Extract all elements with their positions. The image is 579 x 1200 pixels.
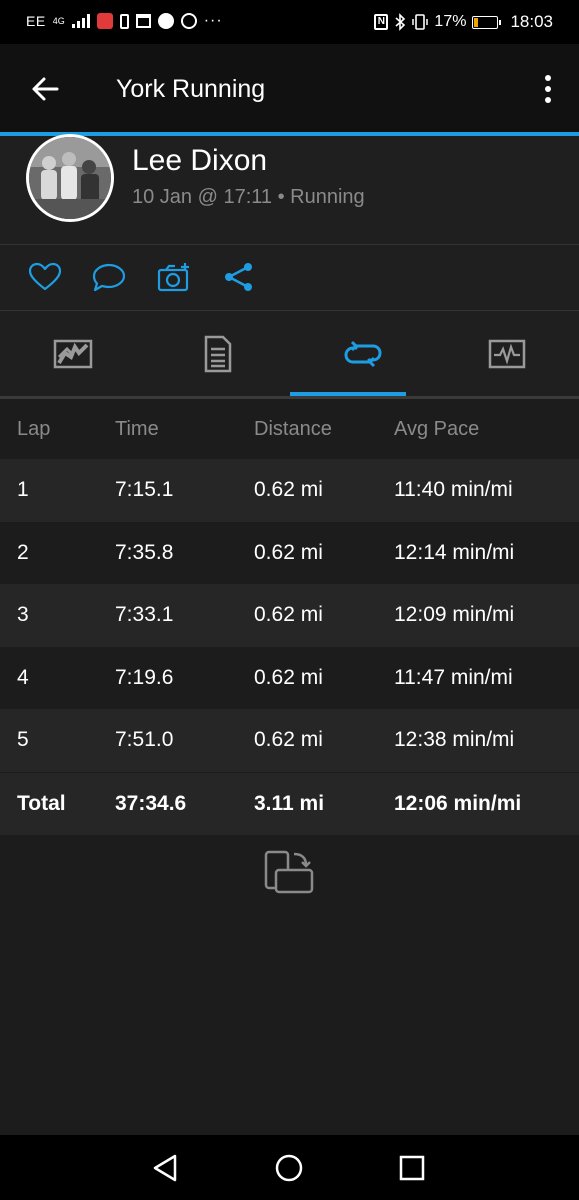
total-label: Total [17, 791, 66, 815]
rotate-screen-icon[interactable] [262, 848, 316, 898]
page-title: York Running [116, 75, 266, 103]
comment-icon[interactable] [92, 262, 126, 292]
table-total-row: Total 37:34.6 3.11 mi 12:06 min/mi [0, 772, 579, 835]
lap-avg-pace: 12:38 min/mi [394, 728, 515, 752]
total-distance: 3.11 mi [254, 791, 325, 815]
stats-tab[interactable] [145, 311, 290, 396]
laps-table: Lap Time Distance Avg Pace 1 7:15.1 0.62… [0, 399, 579, 835]
table-row[interactable]: 3 7:33.1 0.62 mi 12:09 min/mi [0, 584, 579, 647]
signal-icon [71, 14, 90, 28]
column-header-distance: Distance [254, 417, 332, 440]
app-icon [180, 13, 197, 29]
lap-distance: 0.62 mi [254, 603, 323, 627]
table-row[interactable]: 1 7:15.1 0.62 mi 11:40 min/mi [0, 459, 579, 522]
lap-avg-pace: 12:09 min/mi [394, 603, 515, 627]
table-row[interactable]: 2 7:35.8 0.62 mi 12:14 min/mi [0, 521, 579, 584]
back-nav-icon[interactable] [149, 1151, 183, 1185]
column-header-lap: Lap [17, 417, 51, 440]
carrier-label: EE [26, 13, 46, 29]
battery-fill [474, 17, 479, 27]
laps-icon [343, 340, 382, 367]
map-tab[interactable] [0, 311, 145, 396]
lap-time: 7:33.1 [115, 603, 174, 627]
lap-distance: 0.62 mi [254, 728, 323, 752]
add-photo-icon[interactable] [157, 262, 191, 292]
more-vert-icon[interactable] [541, 74, 555, 104]
document-icon [204, 335, 231, 372]
activity-tabs [0, 311, 579, 399]
avatar-photo [29, 137, 111, 219]
status-bar-right: N 17% 18:03 [374, 12, 553, 32]
battery-icon [472, 15, 502, 29]
lap-time: 7:35.8 [115, 540, 174, 564]
lap-time: 7:19.6 [115, 665, 174, 689]
app-bar: York Running [0, 44, 579, 132]
recents-nav-icon[interactable] [395, 1151, 429, 1185]
activity-header: Lee Dixon 10 Jan @ 17:11 • Running [0, 134, 579, 245]
column-header-time: Time [115, 417, 159, 440]
total-avg-pace: 12:06 min/mi [394, 791, 522, 815]
table-row[interactable]: 4 7:19.6 0.62 mi 11:47 min/mi [0, 646, 579, 709]
lap-avg-pace: 12:14 min/mi [394, 540, 515, 564]
column-header-avg-pace: Avg Pace [394, 417, 480, 440]
status-bar-left: EE 4G ··· [26, 12, 223, 30]
avatar[interactable] [26, 134, 114, 222]
table-header-row: Lap Time Distance Avg Pace [0, 399, 579, 459]
laps-tab[interactable] [290, 311, 435, 396]
lap-distance: 0.62 mi [254, 665, 323, 689]
active-tab-indicator [290, 392, 406, 396]
sim-icon [119, 13, 129, 29]
lap-avg-pace: 11:40 min/mi [394, 478, 513, 502]
total-time: 37:34.6 [115, 791, 187, 815]
battery-percent-label: 17% [434, 13, 467, 30]
heart-icon[interactable] [28, 262, 62, 292]
user-name: Lee Dixon [132, 144, 268, 177]
calendar-icon [135, 14, 151, 28]
action-bar [0, 245, 579, 311]
lap-time: 7:15.1 [115, 478, 174, 502]
share-icon[interactable] [222, 262, 256, 292]
lap-time: 7:51.0 [115, 728, 174, 752]
system-nav-bar [0, 1135, 579, 1200]
map-icon [53, 339, 92, 368]
lap-number: 3 [17, 603, 29, 627]
lap-distance: 0.62 mi [254, 478, 323, 502]
more-notifications-icon: ··· [203, 12, 223, 29]
table-row[interactable]: 5 7:51.0 0.62 mi 12:38 min/mi [0, 709, 579, 772]
vibrate-icon [412, 14, 429, 30]
lap-number: 5 [17, 728, 29, 752]
lap-number: 4 [17, 665, 29, 689]
status-bar: EE 4G ··· N 17% 18:03 [0, 0, 579, 44]
charts-tab[interactable] [434, 311, 579, 396]
lap-avg-pace: 11:47 min/mi [394, 665, 513, 689]
lap-distance: 0.62 mi [254, 540, 323, 564]
huawei-app-icon [96, 13, 113, 29]
spotify-icon [157, 13, 174, 29]
clock-label: 18:03 [510, 12, 553, 31]
home-nav-icon[interactable] [272, 1151, 306, 1185]
lap-number: 2 [17, 540, 29, 564]
arrow-left-icon[interactable] [30, 74, 60, 104]
network-type-label: 4G [52, 15, 65, 26]
bluetooth-icon [395, 13, 406, 31]
chart-icon [488, 339, 525, 368]
nfc-icon: N [374, 14, 389, 30]
activity-subtitle: 10 Jan @ 17:11 • Running [132, 186, 365, 208]
lap-number: 1 [17, 478, 29, 502]
